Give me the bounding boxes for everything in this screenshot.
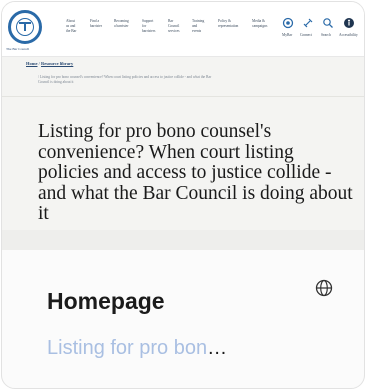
nav-policy: Policy & representation (218, 19, 239, 28)
nav-services: Bar Council services (168, 19, 180, 33)
accessibility-label: Accessibility (339, 33, 358, 37)
accessibility-icon (344, 18, 354, 28)
connect-icon (303, 18, 313, 28)
nav-media: Media & campaigns (252, 19, 268, 28)
breadcrumb: Home / Resource library (26, 61, 73, 66)
divider (2, 96, 364, 97)
sub-breadcrumb: / Listing for pro bono counsel's conveni… (38, 75, 212, 79)
search-label: Search (321, 33, 331, 37)
page-thumbnail: The Bar Council About us and the Bar Fin… (2, 2, 364, 250)
connect-label: Connect (300, 33, 312, 37)
globe-icon (315, 279, 333, 297)
link-preview-card[interactable]: The Bar Council About us and the Bar Fin… (1, 1, 365, 389)
mybar-icon (282, 17, 294, 29)
breadcrumb-home: Home (26, 61, 38, 66)
article-headline: Listing for pro bono counsel's convenien… (38, 121, 353, 224)
breadcrumb-current: Resource library (41, 61, 74, 66)
search-icon (323, 18, 333, 28)
card-subtitle-text: Listing for pro bon (47, 337, 208, 359)
card-title: Homepage (47, 288, 165, 314)
card-subtitle-ellipsis: … (207, 337, 228, 359)
mybar-label: MyBar (282, 33, 293, 37)
thumbnail-footer-band (2, 230, 364, 250)
nav-becoming-barrister: Becoming a barrister (114, 19, 129, 28)
nav-find-barrister: Find a barrister (90, 19, 102, 28)
breadcrumb-separator: / (38, 61, 40, 66)
site-header: The Bar Council About us and the Bar Fin… (2, 2, 364, 57)
sub-breadcrumb-continued: Council is doing about it (38, 80, 74, 84)
logo-caption: The Bar Council (6, 47, 30, 51)
nav-training: Training and events (192, 19, 205, 33)
card-subtitle: Listing for pro bon… (47, 337, 312, 360)
nav-support: Support for barristers (142, 19, 156, 33)
nav-about: About us and the Bar (66, 19, 77, 33)
bar-council-logo (8, 10, 42, 44)
